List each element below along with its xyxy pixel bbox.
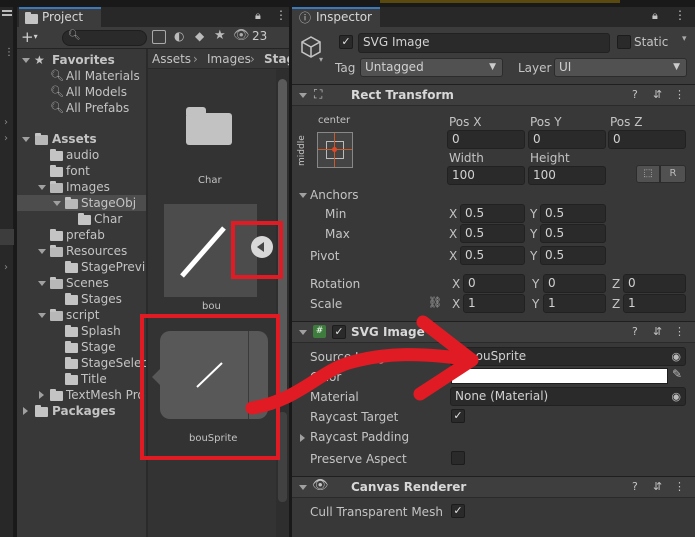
annotation-arrow: [245, 315, 479, 415]
